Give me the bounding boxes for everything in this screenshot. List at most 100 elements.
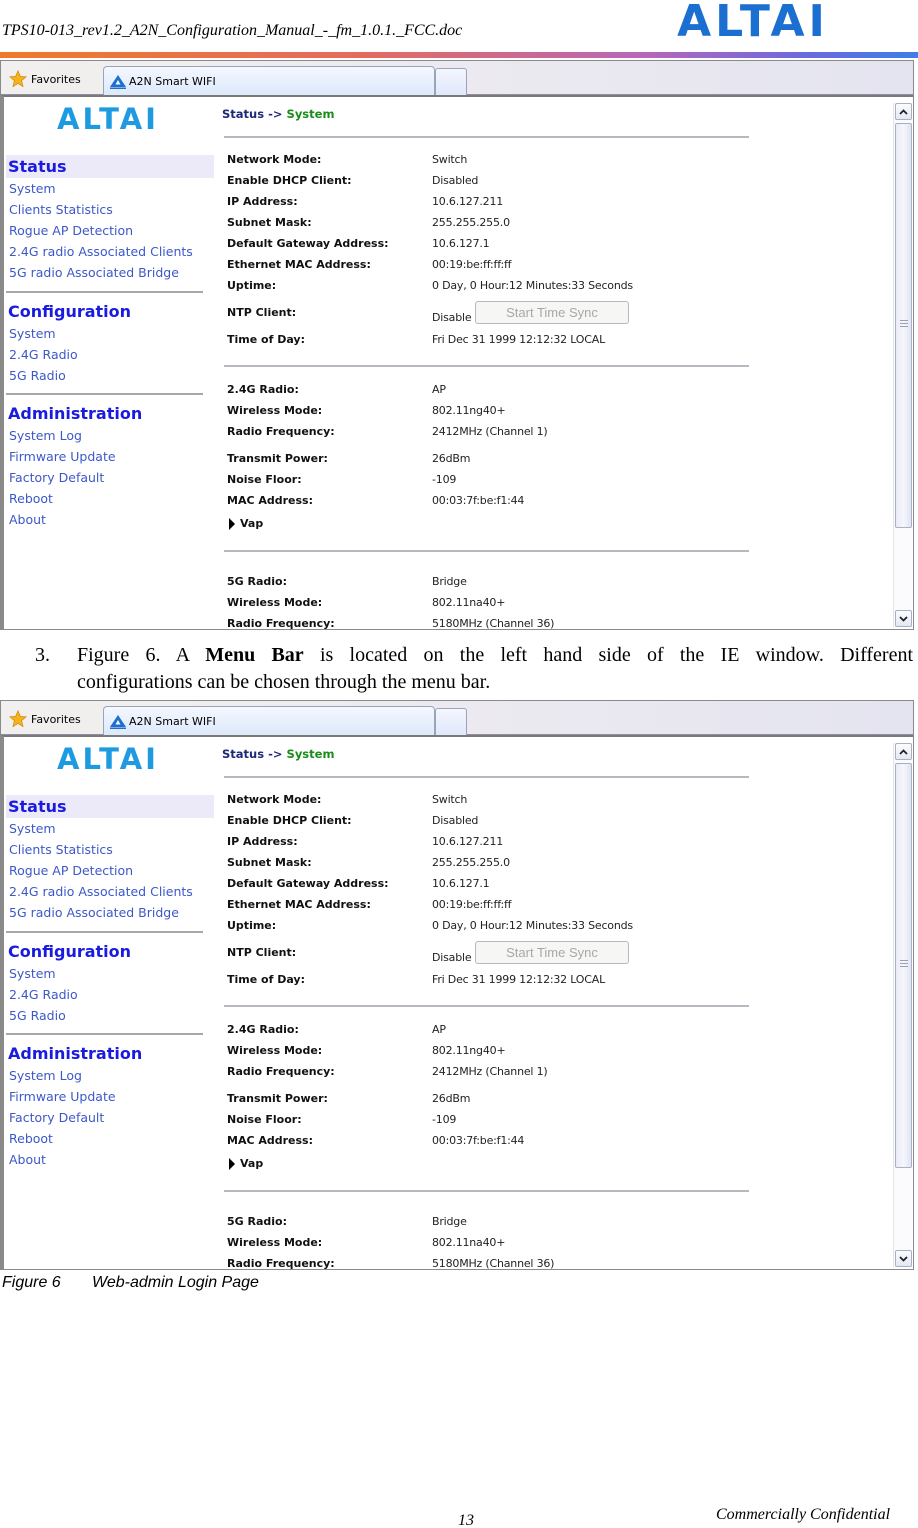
info-row-ntp-client: NTP Client: Disable Start Time Sync	[227, 301, 747, 326]
sidebar-item-system-log[interactable]: System Log	[6, 425, 214, 446]
row-value: -109	[432, 473, 457, 486]
sidebar-item-24g-associated-clients[interactable]: 2.4G radio Associated Clients	[6, 241, 214, 262]
tab-a2n-smart-wifi[interactable]: A2N Smart WIFI	[103, 66, 435, 96]
sidebar-item-firmware-update[interactable]: Firmware Update	[6, 446, 214, 467]
sidebar-item-reboot[interactable]: Reboot	[6, 488, 214, 509]
content-divider	[224, 1005, 749, 1007]
sidebar-item-status-system[interactable]: System	[6, 818, 214, 839]
sidebar-divider	[6, 393, 203, 395]
row-value: 26dBm	[432, 1092, 471, 1105]
row-value: 00:19:be:ff:ff:ff	[432, 258, 512, 271]
sidebar-item-reboot[interactable]: Reboot	[6, 1128, 214, 1149]
sidebar-section-status: Status System Clients Statistics Rogue A…	[6, 155, 214, 283]
status-system-panel: Status -> System Network Mode: Switch En…	[220, 737, 750, 1269]
info-row-ip-address: IP Address: 10.6.127.211	[227, 195, 747, 215]
row-label: IP Address:	[227, 195, 298, 208]
favorites-button[interactable]: Favorites	[9, 68, 81, 90]
sidebar-item-24g-associated-clients[interactable]: 2.4G radio Associated Clients	[6, 881, 214, 902]
new-tab-button[interactable]	[435, 708, 467, 735]
tab-a2n-smart-wifi[interactable]: A2N Smart WIFI	[103, 706, 435, 736]
row-label: Wireless Mode:	[227, 1044, 323, 1057]
section-title-configuration[interactable]: Configuration	[6, 300, 214, 323]
section-title-configuration[interactable]: Configuration	[6, 940, 214, 963]
row-value: Disabled	[432, 814, 479, 827]
info-row-24g-radio-frequency: Radio Frequency: 2412MHz (Channel 1)	[227, 1065, 747, 1085]
vap-label: Vap	[240, 517, 264, 530]
document-header-title: TPS10-013_rev1.2_A2N_Configuration_Manua…	[2, 22, 463, 39]
info-row-ip-address: IP Address: 10.6.127.211	[227, 835, 747, 855]
vap-expander[interactable]: Vap	[229, 517, 263, 530]
grip-icon	[900, 960, 908, 967]
sidebar-item-firmware-update[interactable]: Firmware Update	[6, 1086, 214, 1107]
sidebar-item-about[interactable]: About	[6, 1149, 214, 1170]
sidebar-item-clients-statistics[interactable]: Clients Statistics	[6, 199, 214, 220]
scroll-thumb[interactable]	[895, 123, 912, 528]
row-label: 2.4G Radio:	[227, 383, 299, 396]
section-title-status[interactable]: Status	[6, 155, 214, 178]
scroll-up-button[interactable]	[895, 743, 912, 760]
sidebar-item-config-system[interactable]: System	[6, 963, 214, 984]
vertical-scrollbar[interactable]	[893, 743, 912, 1267]
row-value: Switch	[432, 153, 468, 166]
sidebar-item-rogue-ap-detection[interactable]: Rogue AP Detection	[6, 220, 214, 241]
sidebar-item-factory-default[interactable]: Factory Default	[6, 467, 214, 488]
sidebar-item-system-log[interactable]: System Log	[6, 1065, 214, 1086]
section-title-administration[interactable]: Administration	[6, 402, 214, 425]
sidebar-item-status-system[interactable]: System	[6, 178, 214, 199]
chevron-up-icon	[899, 748, 908, 755]
sidebar-item-factory-default[interactable]: Factory Default	[6, 1107, 214, 1128]
row-label: Uptime:	[227, 919, 277, 932]
sidebar-item-clients-statistics[interactable]: Clients Statistics	[6, 839, 214, 860]
scroll-down-button[interactable]	[895, 610, 912, 627]
row-value: 5180MHz (Channel 36)	[432, 1257, 555, 1270]
sidebar-item-24g-radio[interactable]: 2.4G Radio	[6, 984, 214, 1005]
breadcrumb-root: Status	[222, 107, 265, 121]
vap-label: Vap	[240, 1157, 264, 1170]
sidebar-item-config-system[interactable]: System	[6, 323, 214, 344]
info-row-dhcp-client: Enable DHCP Client: Disabled	[227, 814, 747, 834]
status-system-panel: Status -> System Network Mode: Switch En…	[220, 97, 750, 629]
section-title-administration[interactable]: Administration	[6, 1042, 214, 1065]
favorites-label: Favorites	[31, 712, 81, 726]
info-row-5g-radio: 5G Radio: Bridge	[227, 1215, 747, 1235]
sidebar-item-about[interactable]: About	[6, 509, 214, 530]
breadcrumb: Status -> System	[222, 107, 334, 121]
vertical-scrollbar[interactable]	[893, 103, 912, 627]
row-label: Subnet Mask:	[227, 216, 312, 229]
row-value: Disabled	[432, 174, 479, 187]
row-value: 00:19:be:ff:ff:ff	[432, 898, 512, 911]
row-label: Noise Floor:	[227, 1113, 302, 1126]
info-row-time-of-day: Time of Day: Fri Dec 31 1999 12:12:32 LO…	[227, 333, 747, 353]
new-tab-button[interactable]	[435, 68, 467, 95]
altai-a-icon	[110, 714, 126, 729]
scroll-thumb[interactable]	[895, 763, 912, 1168]
favorites-label: Favorites	[31, 72, 81, 86]
favorites-button[interactable]: Favorites	[9, 708, 81, 730]
browser-viewport: ALTAI Status System Clients Statistics R…	[1, 735, 913, 1269]
vap-expander[interactable]: Vap	[229, 1157, 263, 1170]
row-label: Radio Frequency:	[227, 617, 335, 630]
sidebar-item-5g-associated-bridge[interactable]: 5G radio Associated Bridge	[6, 902, 214, 923]
step-number: 3.	[35, 644, 50, 666]
browser-screenshot-2: Favorites A2N Smart WIFI ALTAI Status Sy…	[0, 700, 914, 1270]
start-time-sync-button[interactable]: Start Time Sync	[475, 941, 629, 964]
sidebar-item-5g-radio[interactable]: 5G Radio	[6, 365, 214, 386]
step-text-line-2: configurations can be chosen through the…	[77, 671, 491, 693]
sidebar-item-24g-radio[interactable]: 2.4G Radio	[6, 344, 214, 365]
sidebar-item-rogue-ap-detection[interactable]: Rogue AP Detection	[6, 860, 214, 881]
info-row-uptime: Uptime: 0 Day, 0 Hour:12 Minutes:33 Seco…	[227, 279, 747, 299]
sidebar-item-5g-radio[interactable]: 5G Radio	[6, 1005, 214, 1026]
altai-a-icon	[110, 74, 126, 89]
row-value: Bridge	[432, 1215, 467, 1228]
step-text-before: Figure 6. A	[77, 644, 206, 666]
scroll-down-button[interactable]	[895, 1250, 912, 1267]
section-title-status[interactable]: Status	[6, 795, 214, 818]
info-row-ntp-client: NTP Client: Disable Start Time Sync	[227, 941, 747, 966]
info-row-24g-transmit-power: Transmit Power: 26dBm	[227, 1092, 747, 1112]
start-time-sync-button[interactable]: Start Time Sync	[475, 301, 629, 324]
scroll-up-button[interactable]	[895, 103, 912, 120]
sidebar-item-5g-associated-bridge[interactable]: 5G radio Associated Bridge	[6, 262, 214, 283]
row-value: 802.11na40+	[432, 1236, 506, 1249]
step-text-after: is located on the left hand side of the …	[303, 644, 914, 666]
row-value: Switch	[432, 793, 468, 806]
